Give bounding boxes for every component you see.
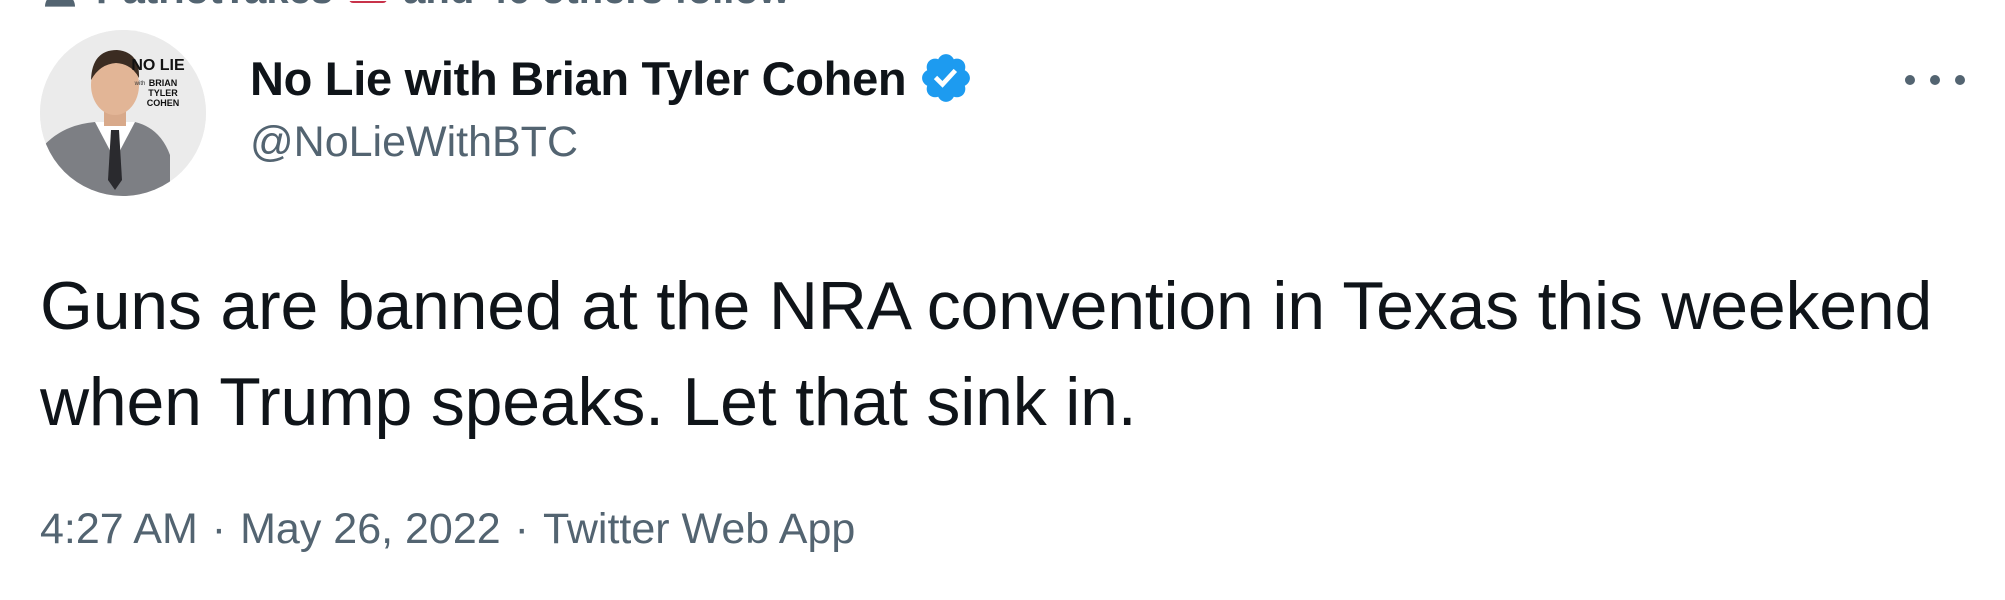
avatar-logo-line5: COHEN: [147, 98, 180, 108]
display-name-row[interactable]: No Lie with Brian Tyler Cohen: [250, 48, 974, 108]
tweet-text: Guns are banned at the NRA convention in…: [40, 268, 1933, 440]
tweet-meta: 4:27 AM · May 26, 2022 · Twitter Web App: [40, 505, 855, 554]
meta-separator: ·: [514, 505, 529, 553]
verified-badge-icon: [922, 54, 971, 102]
avatar-logo-text: NO LIE: [131, 57, 185, 74]
display-name[interactable]: No Lie with Brian Tyler Cohen: [250, 51, 907, 106]
person-icon: [45, 0, 75, 7]
avatar-logo-with: with: [134, 81, 146, 87]
social-context-suffix: and 46 others follow: [403, 0, 790, 13]
tweet-date[interactable]: May 26, 2022: [240, 505, 501, 554]
author-handle[interactable]: @NoLieWithBTC: [250, 118, 974, 167]
avatar[interactable]: NO LIE with BRIAN TYLER COHEN: [40, 30, 206, 196]
author-info: No Lie with Brian Tyler Cohen @NoLieWith…: [250, 48, 974, 167]
social-context[interactable]: PatriotTakes and 46 others follow: [40, 0, 790, 13]
tweet-source[interactable]: Twitter Web App: [543, 505, 855, 554]
meta-separator: ·: [211, 505, 227, 553]
tweet-time[interactable]: 4:27 AM: [40, 505, 198, 554]
more-options-icon[interactable]: [1905, 70, 1965, 90]
tweet-header: NO LIE with BRIAN TYLER COHEN No Lie wit…: [40, 30, 1965, 200]
us-flag-icon: [349, 0, 388, 3]
avatar-logo-line3: BRIAN: [149, 78, 178, 88]
avatar-logo-line4: TYLER: [148, 88, 178, 98]
avatar-image: NO LIE with BRIAN TYLER COHEN: [40, 30, 206, 196]
social-context-name[interactable]: PatriotTakes: [96, 0, 333, 13]
